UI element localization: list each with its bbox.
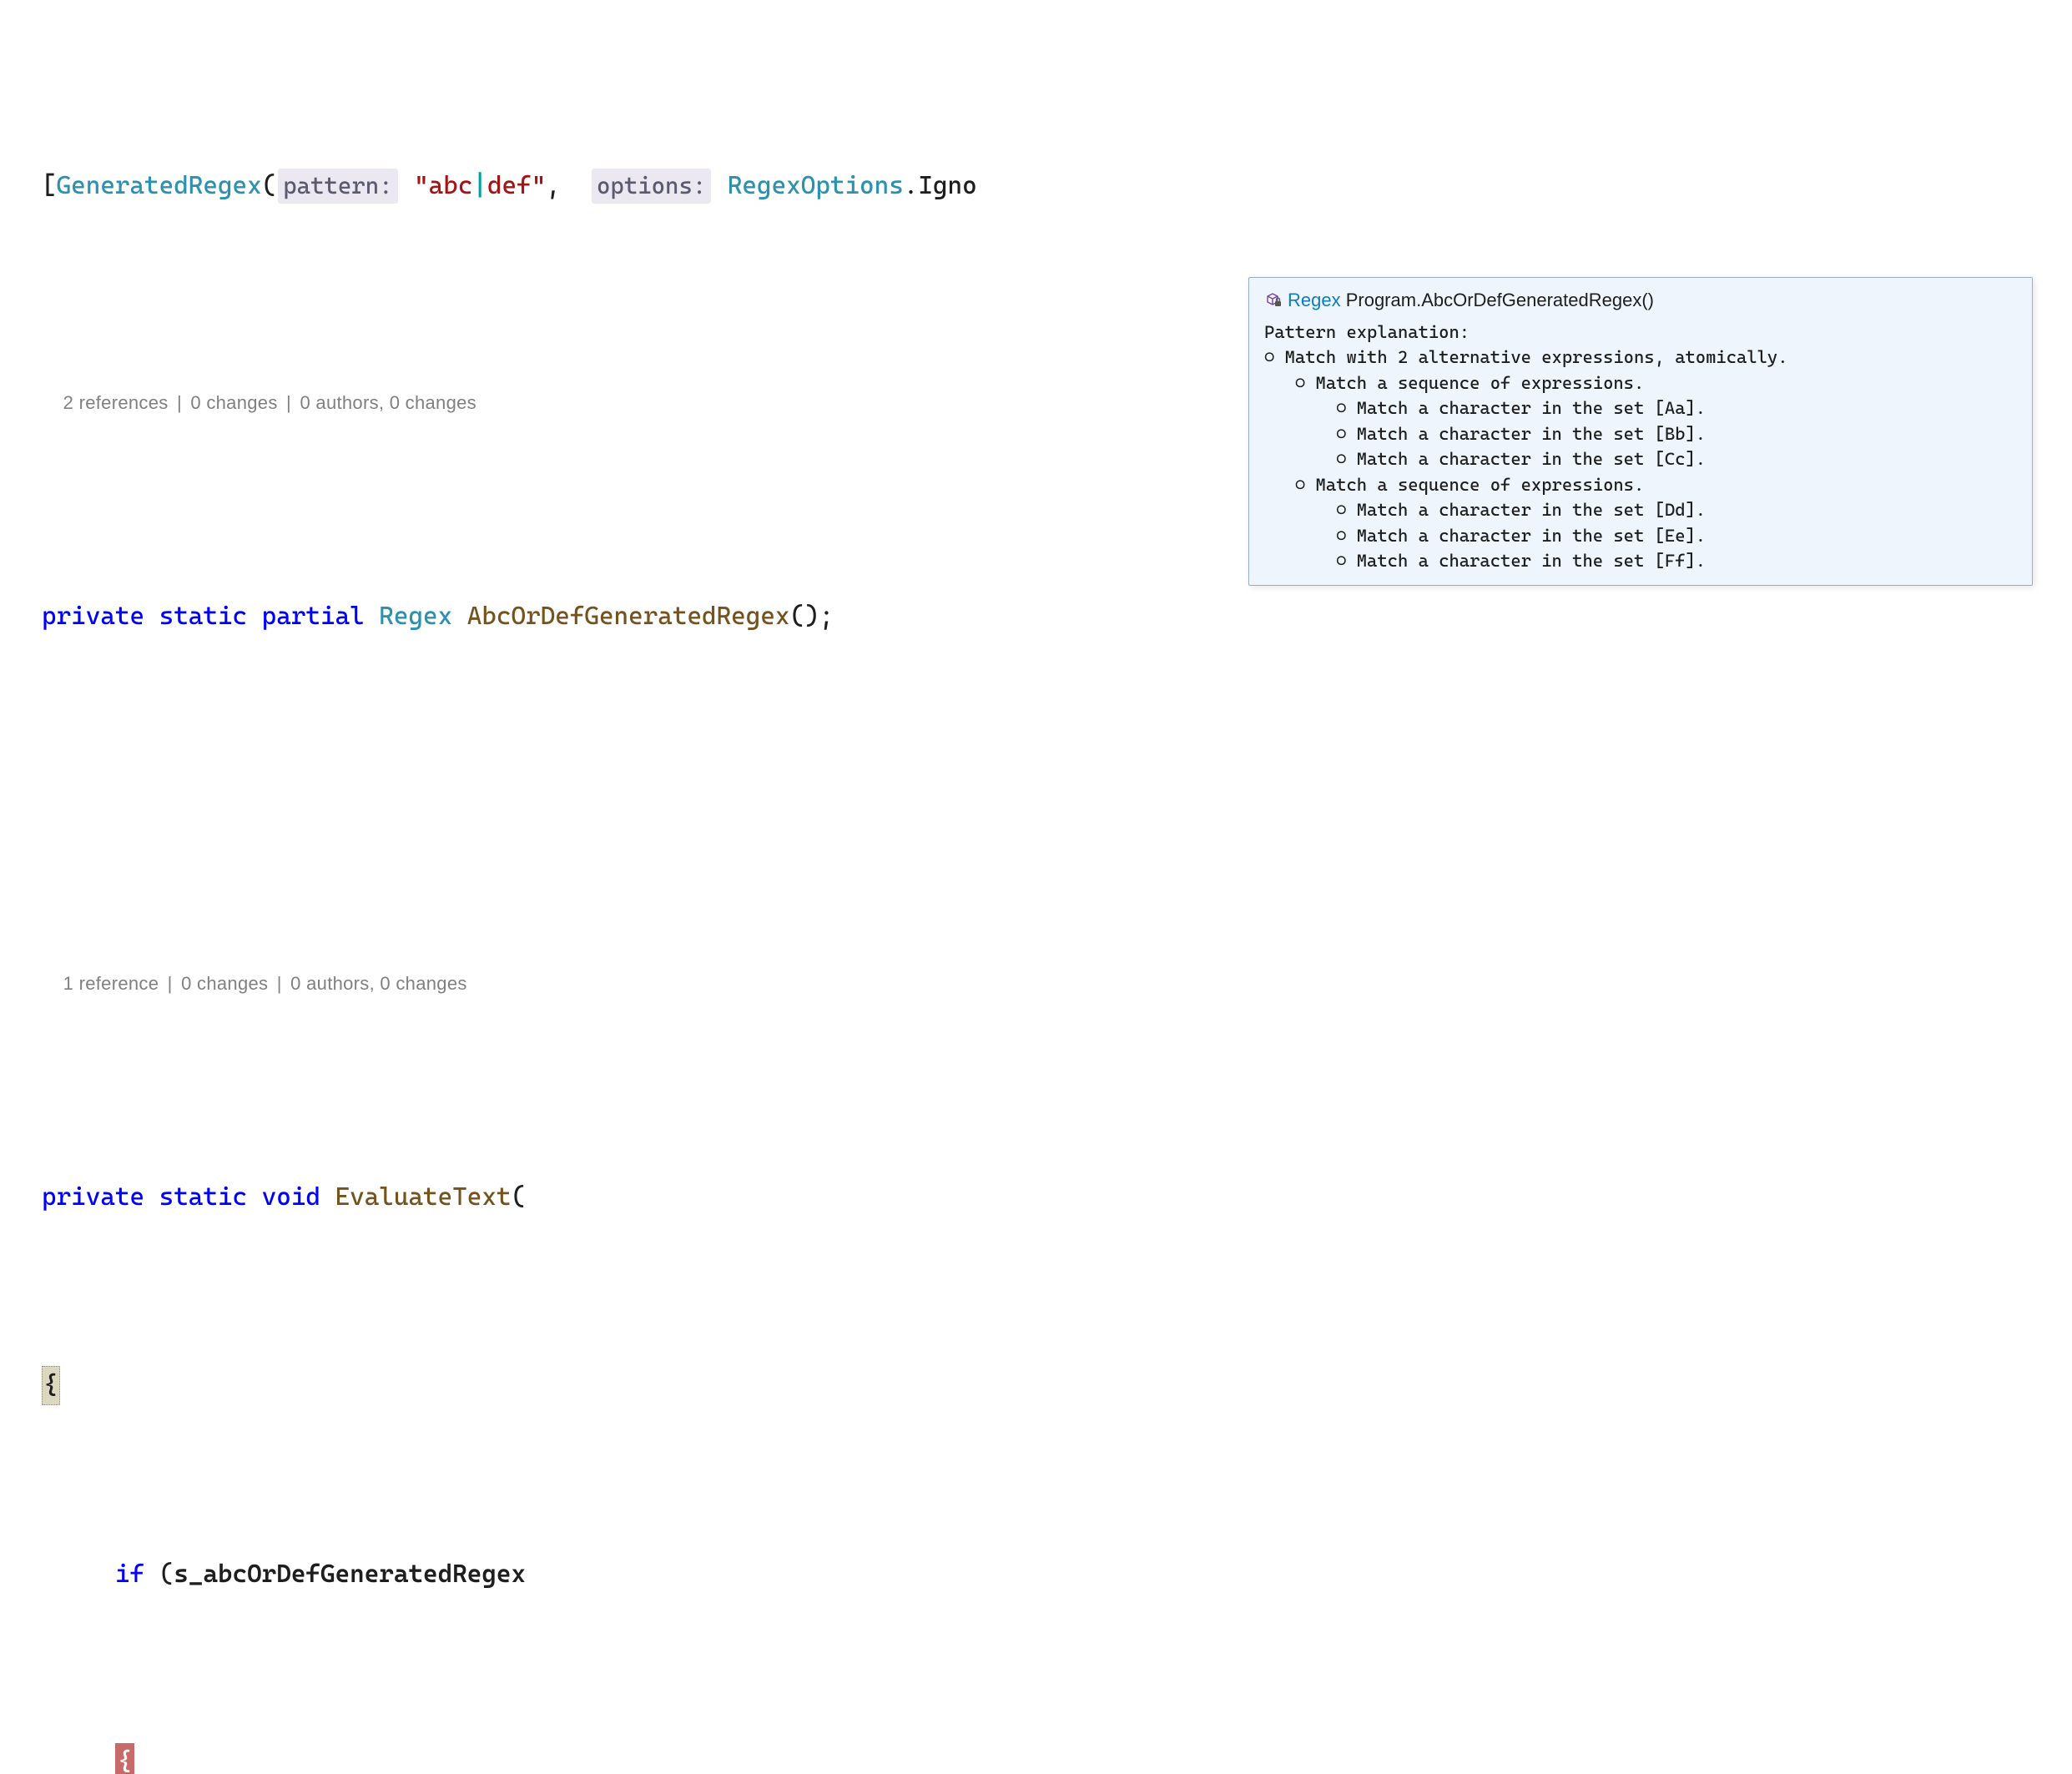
quickinfo-tooltip: Regex Program.AbcOrDefGeneratedRegex() P… bbox=[1248, 277, 2033, 586]
comma: , bbox=[546, 167, 590, 204]
tooltip-line: Match a character in the set [Ff]. bbox=[1336, 551, 1706, 571]
semicolon: ; bbox=[819, 597, 834, 635]
codelens-changes[interactable]: 0 changes bbox=[190, 392, 277, 413]
tooltip-line: Match a sequence of expressions. bbox=[1295, 373, 1644, 393]
space bbox=[713, 167, 728, 204]
tooltip-title: Pattern explanation: bbox=[1264, 322, 1470, 342]
tooltip-type-link[interactable]: Regex bbox=[1288, 290, 1341, 310]
cube-lock-icon bbox=[1264, 291, 1283, 310]
string-open: " bbox=[400, 167, 429, 204]
tooltip-line: Match a character in the set [Dd]. bbox=[1336, 500, 1706, 520]
codelens-references[interactable]: 2 references bbox=[63, 392, 169, 413]
attribute-name: GeneratedRegex bbox=[57, 167, 262, 204]
tooltip-line: Match a sequence of expressions. bbox=[1295, 475, 1644, 495]
field-reference: s_abcOrDefGeneratedRegex bbox=[174, 1555, 526, 1593]
tooltip-member: .AbcOrDefGeneratedRegex() bbox=[1416, 290, 1654, 310]
keyword-private: private bbox=[42, 1178, 144, 1216]
string-close: " bbox=[532, 167, 547, 204]
codelens-separator: | bbox=[172, 392, 188, 413]
parens: () bbox=[789, 597, 819, 635]
codelens-authors[interactable]: 0 authors, 0 changes bbox=[300, 392, 476, 413]
paren-open: ( bbox=[144, 1555, 174, 1593]
blank-line bbox=[42, 748, 2072, 785]
method-name: EvaluateText bbox=[335, 1178, 512, 1216]
bracket-open: [ bbox=[42, 167, 57, 204]
keyword-static: static bbox=[159, 1178, 247, 1216]
tooltip-header: Regex Program.AbcOrDefGeneratedRegex() bbox=[1264, 290, 2017, 311]
regex-literal-a: abc bbox=[429, 167, 473, 204]
codelens-separator: | bbox=[281, 392, 297, 413]
tooltip-class: Program bbox=[1341, 290, 1416, 310]
codelens-separator: | bbox=[162, 973, 178, 994]
keyword-void: void bbox=[262, 1178, 320, 1216]
tooltip-line: Match with 2 alternative expressions, at… bbox=[1264, 347, 1788, 367]
code-line[interactable]: if (s_abcOrDefGeneratedRegex bbox=[42, 1555, 2072, 1593]
keyword-if: if bbox=[115, 1555, 144, 1593]
dot: . bbox=[904, 167, 919, 204]
inline-hint-options: options: bbox=[592, 169, 711, 204]
regex-literal-b: def bbox=[487, 167, 532, 204]
code-line[interactable]: private static partial Regex AbcOrDefGen… bbox=[42, 597, 2072, 635]
type-regexoptions: RegexOptions bbox=[728, 167, 904, 204]
paren-open: ( bbox=[512, 1178, 527, 1216]
tooltip-line: Match a character in the set [Ee]. bbox=[1336, 526, 1706, 546]
tooltip-line: Match a character in the set [Bb]. bbox=[1336, 424, 1706, 444]
type-regex: Regex bbox=[379, 597, 452, 635]
brace-open: { bbox=[42, 1366, 60, 1405]
codelens-references[interactable]: 1 reference bbox=[63, 973, 159, 994]
tooltip-line: Match a character in the set [Cc]. bbox=[1336, 449, 1706, 469]
keyword-static: static bbox=[159, 597, 247, 635]
codelens-authors[interactable]: 0 authors, 0 changes bbox=[290, 973, 466, 994]
regex-pipe: | bbox=[472, 167, 487, 204]
code-editor[interactable]: [GeneratedRegex(pattern: "abc|def", opti… bbox=[0, 0, 2072, 1774]
inline-hint-pattern: pattern: bbox=[278, 169, 397, 204]
keyword-private: private bbox=[42, 597, 144, 635]
brace-open-highlight: { bbox=[115, 1743, 135, 1774]
tooltip-body: Pattern explanation: Match with 2 altern… bbox=[1264, 320, 2017, 573]
keyword-partial: partial bbox=[262, 597, 365, 635]
codelens-separator: | bbox=[271, 973, 287, 994]
codelens[interactable]: 1 reference | 0 changes | 0 authors, 0 c… bbox=[42, 942, 2072, 1025]
tooltip-line: Match a character in the set [Aa]. bbox=[1336, 398, 1706, 418]
enum-member: Igno bbox=[918, 167, 976, 204]
paren-open: ( bbox=[262, 167, 277, 204]
codelens-changes[interactable]: 0 changes bbox=[181, 973, 268, 994]
method-name: AbcOrDefGeneratedRegex bbox=[467, 597, 790, 635]
code-line[interactable]: [GeneratedRegex(pattern: "abc|def", opti… bbox=[42, 167, 2072, 204]
code-line[interactable]: { bbox=[42, 1743, 2072, 1774]
code-line[interactable]: { bbox=[42, 1366, 2072, 1405]
code-line[interactable]: private static void EvaluateText( bbox=[42, 1178, 2072, 1216]
